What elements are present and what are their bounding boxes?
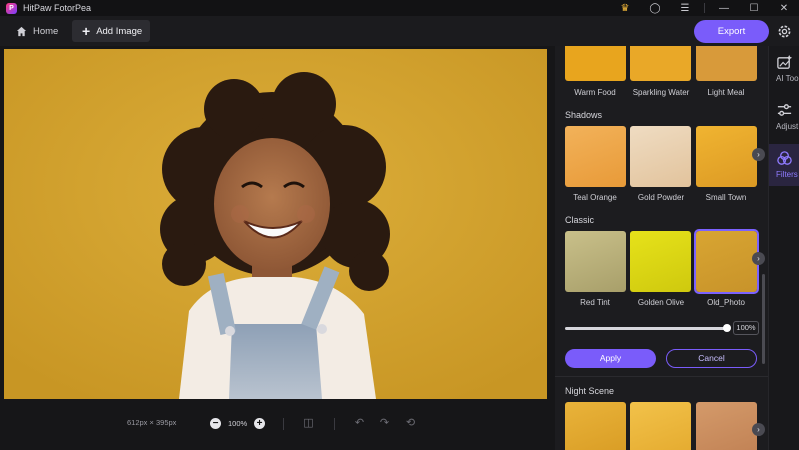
top-toolbar: Home + Add Image Export bbox=[0, 16, 799, 46]
filter-label: Gold Powder bbox=[637, 193, 685, 202]
app-logo-letter: P bbox=[9, 4, 14, 12]
menu-icon[interactable]: ☰ bbox=[670, 0, 700, 16]
compare-icon[interactable]: ◫ bbox=[302, 417, 315, 430]
filter-label: Golden Olive bbox=[637, 298, 685, 307]
apply-button[interactable]: Apply bbox=[565, 349, 656, 368]
section-title-night-scene: Night Scene bbox=[565, 386, 615, 396]
canvas-status-bar: 612px × 395px − 100% + ◫ ↶ ↷ ⟲ bbox=[0, 412, 555, 436]
home-icon bbox=[16, 26, 27, 36]
zoom-in-glyph: + bbox=[256, 418, 263, 429]
close-glyph: ✕ bbox=[779, 2, 789, 14]
home-label: Home bbox=[33, 25, 59, 37]
edited-photo[interactable] bbox=[4, 49, 547, 399]
status-divider bbox=[283, 418, 284, 430]
shadows-next-arrow[interactable]: › bbox=[752, 148, 765, 161]
maximize-glyph: ☐ bbox=[749, 2, 759, 14]
cancel-button[interactable]: Cancel bbox=[666, 349, 757, 368]
zoom-in-button[interactable]: + bbox=[254, 418, 265, 429]
filter-thumb-old-photo[interactable] bbox=[694, 229, 759, 294]
filter-thumb-light-meal[interactable] bbox=[696, 46, 757, 81]
filter-thumb-warm-food[interactable] bbox=[565, 46, 626, 81]
reset-icon[interactable]: ⟲ bbox=[404, 417, 417, 430]
filter-thumb-small-town[interactable] bbox=[696, 126, 757, 187]
image-dimensions: 612px × 395px bbox=[127, 418, 177, 427]
zoom-out-button[interactable]: − bbox=[210, 418, 221, 429]
redo-icon[interactable]: ↷ bbox=[378, 417, 391, 430]
home-button[interactable]: Home bbox=[8, 21, 66, 41]
canvas-area: 612px × 395px − 100% + ◫ ↶ ↷ ⟲ bbox=[0, 46, 555, 450]
add-image-label: Add Image bbox=[96, 25, 143, 37]
undo-glyph: ↶ bbox=[354, 417, 365, 429]
rail-label: AI Tools bbox=[776, 74, 799, 83]
filter-thumb-gold-powder[interactable] bbox=[630, 126, 691, 187]
filters-icon bbox=[777, 151, 792, 165]
filter-panel: Warm Food Sparkling Water Light Meal Sha… bbox=[555, 46, 768, 450]
filter-thumb-teal-orange[interactable] bbox=[565, 126, 626, 187]
window-controls: ♛ ◯ ☰ — ☐ ✕ bbox=[610, 0, 799, 16]
crown-icon[interactable]: ♛ bbox=[610, 0, 640, 16]
filter-label: Small Town bbox=[705, 193, 747, 202]
app-title: HitPaw FotorPea bbox=[23, 3, 92, 13]
filter-thumb-night-2[interactable] bbox=[630, 402, 691, 450]
rail-label: Adjust bbox=[776, 122, 799, 131]
app-logo: P bbox=[6, 2, 17, 14]
section-title-shadows: Shadows bbox=[565, 110, 603, 120]
close-icon[interactable]: ✕ bbox=[769, 0, 799, 16]
filter-label: Teal Orange bbox=[573, 193, 617, 202]
intensity-value[interactable]: 100% bbox=[733, 321, 759, 335]
photo-illustration bbox=[4, 49, 547, 399]
filter-label: Sparkling Water bbox=[632, 88, 690, 97]
reset-glyph: ⟲ bbox=[405, 417, 416, 429]
compare-glyph: ◫ bbox=[303, 417, 314, 429]
add-image-button[interactable]: + Add Image bbox=[72, 20, 150, 42]
filter-label: Light Meal bbox=[707, 88, 745, 97]
rail-item-ai-tools[interactable]: AI Tools bbox=[769, 48, 799, 90]
intensity-slider-track[interactable] bbox=[565, 327, 728, 330]
filter-thumb-night-3[interactable] bbox=[696, 402, 757, 450]
zoom-level: 100% bbox=[228, 419, 248, 428]
panel-scrollbar[interactable] bbox=[762, 274, 765, 364]
minimize-icon[interactable]: — bbox=[709, 0, 739, 16]
rail-item-adjust[interactable]: Adjust bbox=[769, 96, 799, 138]
undo-icon[interactable]: ↶ bbox=[353, 417, 366, 430]
tool-rail: AI Tools Adjust Filters bbox=[768, 46, 799, 450]
maximize-icon[interactable]: ☐ bbox=[739, 0, 769, 16]
plus-icon: + bbox=[82, 23, 91, 39]
account-icon[interactable]: ◯ bbox=[640, 0, 670, 16]
filter-label: Warm Food bbox=[574, 88, 616, 97]
account-glyph: ◯ bbox=[649, 2, 661, 14]
section-title-classic: Classic bbox=[565, 215, 595, 225]
gear-icon[interactable] bbox=[776, 23, 793, 40]
intensity-slider-handle[interactable] bbox=[723, 324, 731, 332]
filter-thumb-red-tint[interactable] bbox=[565, 231, 626, 292]
filter-thumb-golden-olive[interactable] bbox=[630, 231, 691, 292]
export-button[interactable]: Export bbox=[694, 20, 769, 43]
classic-next-arrow[interactable]: › bbox=[752, 252, 765, 265]
filter-label: Old_Photo bbox=[707, 298, 745, 307]
filter-label: Red Tint bbox=[580, 298, 610, 307]
crown-glyph: ♛ bbox=[620, 2, 630, 14]
ai-tools-icon bbox=[777, 54, 793, 69]
adjust-icon bbox=[777, 104, 792, 116]
titlebar-divider bbox=[704, 3, 705, 13]
redo-glyph: ↷ bbox=[379, 417, 390, 429]
title-bar: P HitPaw FotorPea ♛ ◯ ☰ — ☐ ✕ bbox=[0, 0, 799, 16]
rail-label: Filters bbox=[776, 170, 798, 179]
filter-thumb-sparkling-water[interactable] bbox=[630, 46, 691, 81]
rail-item-filters[interactable]: Filters bbox=[769, 144, 799, 186]
menu-glyph: ☰ bbox=[680, 2, 690, 14]
status-divider bbox=[334, 418, 335, 430]
filter-thumb-night-1[interactable] bbox=[565, 402, 626, 450]
panel-divider bbox=[555, 376, 768, 377]
zoom-out-glyph: − bbox=[212, 418, 219, 429]
night-scene-next-arrow[interactable]: › bbox=[752, 423, 765, 436]
minimize-glyph: — bbox=[719, 2, 729, 14]
